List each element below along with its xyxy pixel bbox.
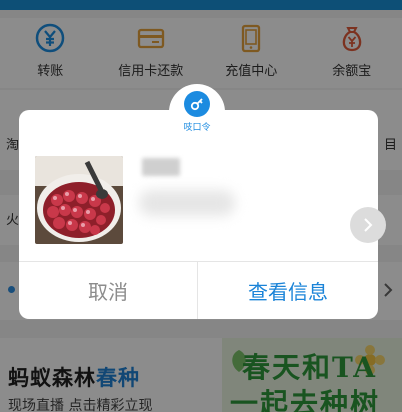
view-info-button[interactable]: 查看信息 — [198, 262, 378, 319]
blurred-sender-name — [142, 158, 180, 176]
chevron-right-icon — [364, 218, 373, 232]
badge-label: 吱口令 — [183, 123, 211, 133]
zhi-kou-ling-badge: 吱口令 — [169, 84, 225, 140]
onion-bowl-photo — [35, 156, 123, 244]
badge-icon-circle — [184, 91, 210, 117]
cancel-button[interactable]: 取消 — [19, 262, 197, 319]
screen: 转账 信用卡还款 充值中心 余额宝 淘 目 火 蚂蚁森林春种 现场直播 点击精彩… — [0, 0, 402, 412]
zhi-kou-ling-dialog: 取消 查看信息 — [19, 110, 386, 319]
key-icon — [190, 98, 203, 111]
blurred-message-text — [139, 190, 235, 216]
next-button[interactable] — [350, 207, 386, 243]
